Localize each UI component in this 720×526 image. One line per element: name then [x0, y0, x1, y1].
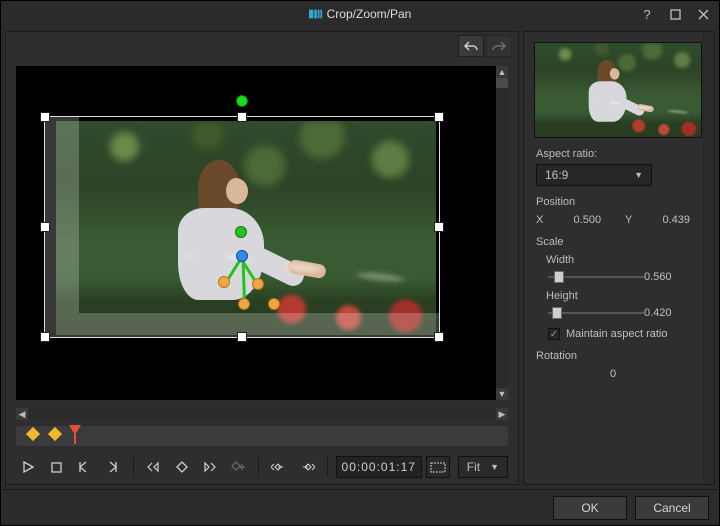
properties-vscroll[interactable] [702, 32, 714, 484]
position-label: Position [536, 196, 690, 208]
properties-panel: Aspect ratio: 16:9 ▼ Position X 0.500 Y … [523, 31, 715, 485]
preview-viewport[interactable]: ▲ ▼ [16, 66, 508, 400]
ok-button[interactable]: OK [553, 496, 627, 520]
crop-zoom-pan-dialog: Crop/Zoom/Pan ? [0, 0, 720, 526]
rotation-handle[interactable] [236, 95, 248, 107]
titlebar: Crop/Zoom/Pan ? [1, 1, 719, 27]
crop-handle-ml[interactable] [40, 222, 50, 232]
rotation-value[interactable]: 0 [524, 368, 702, 380]
maximize-button[interactable] [663, 4, 687, 24]
height-slider[interactable] [548, 306, 644, 320]
chevron-down-icon: ▼ [490, 462, 499, 472]
undo-button[interactable] [458, 35, 484, 57]
main-area: ▲ ▼ ◀ ▶ [1, 27, 719, 489]
width-value[interactable]: 0.560 [644, 271, 688, 283]
crop-handle-tr[interactable] [434, 112, 444, 122]
safe-zone-toggle[interactable] [426, 456, 450, 478]
close-button[interactable] [691, 4, 715, 24]
keyframe-marker[interactable] [48, 427, 62, 441]
hscroll-left-arrow[interactable]: ◀ [16, 408, 28, 420]
height-value[interactable]: 0.420 [644, 307, 688, 319]
preview-hscroll[interactable] [28, 409, 496, 419]
preview-toolbar [6, 32, 518, 60]
keyframe-timeline[interactable] [16, 426, 508, 446]
height-label: Height [546, 290, 690, 302]
preview-hscroll-row: ◀ ▶ [6, 406, 518, 422]
timecode-display[interactable]: 00:00:01:17 [336, 456, 421, 478]
position-x-label: X [536, 214, 548, 226]
prev-keyframe-button[interactable] [141, 455, 165, 479]
crop-handle-bl[interactable] [40, 332, 50, 342]
cancel-button[interactable]: Cancel [635, 496, 709, 520]
copy-next-keyframe-button[interactable] [295, 455, 319, 479]
crop-dim-overlay [45, 117, 79, 337]
vscroll-thumb[interactable] [496, 78, 508, 88]
aspect-ratio-label: Aspect ratio: [536, 148, 690, 160]
vscroll-down-arrow[interactable]: ▼ [496, 388, 508, 400]
crop-rectangle[interactable] [44, 116, 440, 338]
zoom-fit-value: Fit [467, 460, 480, 474]
next-frame-button[interactable] [100, 455, 124, 479]
transport-bar: 00:00:01:17 Fit ▼ [6, 450, 518, 484]
chevron-down-icon: ▼ [634, 170, 643, 180]
redo-button[interactable] [486, 35, 512, 57]
checkbox-box: ✓ [548, 328, 560, 340]
timecode-value: 00:00:01:17 [342, 460, 416, 474]
prev-frame-button[interactable] [72, 455, 96, 479]
aspect-ratio-select[interactable]: 16:9 ▼ [536, 164, 652, 186]
preview-panel: ▲ ▼ ◀ ▶ [5, 31, 519, 485]
help-button[interactable]: ? [635, 4, 659, 24]
maintain-aspect-checkbox[interactable]: ✓ Maintain aspect ratio [548, 328, 690, 340]
dialog-footer: OK Cancel [1, 489, 719, 525]
crop-handle-tl[interactable] [40, 112, 50, 122]
app-icon [309, 8, 323, 20]
add-keyframe-button[interactable] [170, 455, 194, 479]
keyframe-marker[interactable] [26, 427, 40, 441]
result-thumbnail [534, 42, 702, 138]
next-keyframe-button[interactable] [198, 455, 222, 479]
preview-vscroll[interactable]: ▲ ▼ [496, 66, 508, 400]
crop-handle-tc[interactable] [237, 112, 247, 122]
scale-label: Scale [536, 236, 690, 248]
hscroll-right-arrow[interactable]: ▶ [496, 408, 508, 420]
position-y-value[interactable]: 0.439 [645, 214, 690, 226]
position-x-value[interactable]: 0.500 [556, 214, 601, 226]
maintain-aspect-label: Maintain aspect ratio [566, 328, 668, 340]
position-y-label: Y [625, 214, 637, 226]
vscroll-up-arrow[interactable]: ▲ [496, 66, 508, 78]
stop-button[interactable] [44, 455, 68, 479]
crop-handle-br[interactable] [434, 332, 444, 342]
aspect-ratio-value: 16:9 [545, 168, 568, 182]
crop-handle-bc[interactable] [237, 332, 247, 342]
rotation-label: Rotation [536, 350, 690, 362]
width-slider[interactable] [548, 270, 644, 284]
window-title: Crop/Zoom/Pan [309, 7, 412, 21]
width-label: Width [546, 254, 690, 266]
crop-handle-mr[interactable] [434, 222, 444, 232]
add-keyframe-plus-button[interactable] [226, 455, 250, 479]
window-title-text: Crop/Zoom/Pan [327, 7, 412, 21]
zoom-fit-select[interactable]: Fit ▼ [458, 456, 508, 478]
crop-dim-overlay [79, 313, 439, 337]
playhead-stem [74, 434, 76, 444]
copy-prev-keyframe-button[interactable] [267, 455, 291, 479]
play-button[interactable] [16, 455, 40, 479]
